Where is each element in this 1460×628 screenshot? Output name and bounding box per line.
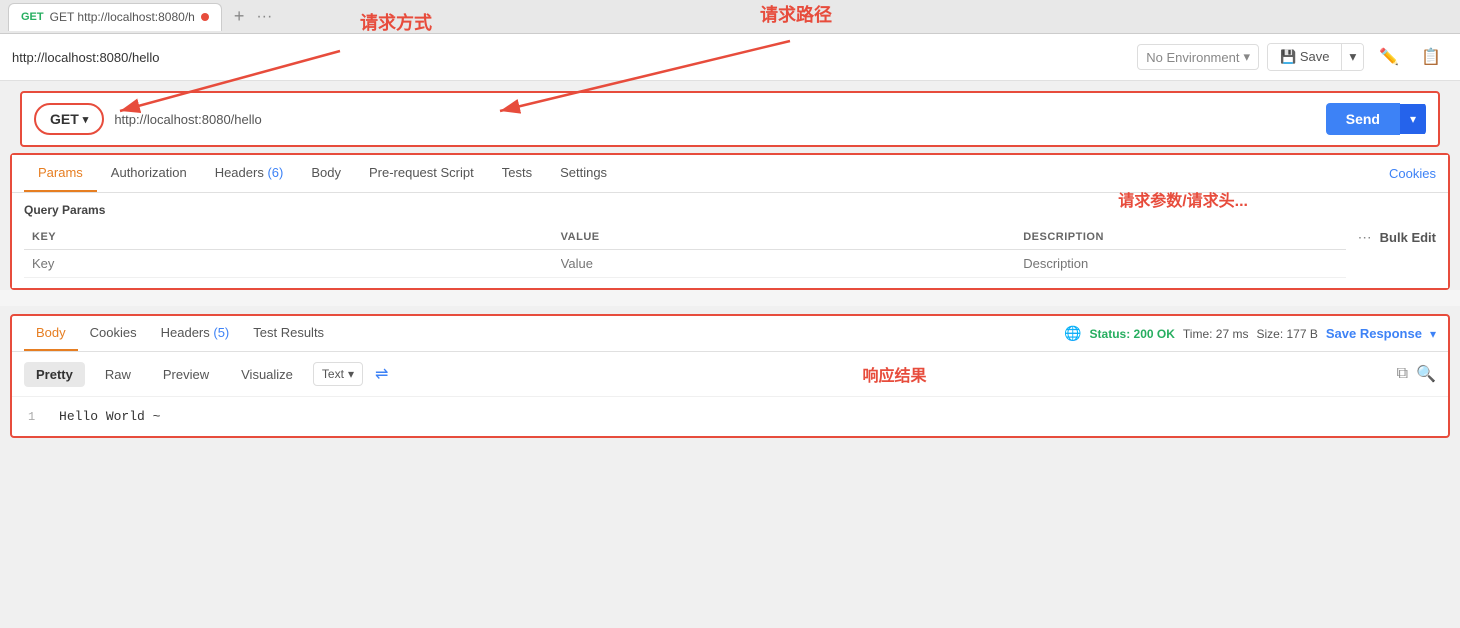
more-icon[interactable]: ⋯ [1358, 229, 1372, 246]
status-ok: Status: 200 OK [1090, 327, 1175, 341]
search-response-button[interactable]: 🔍 [1416, 364, 1436, 384]
value-input[interactable] [561, 256, 1008, 271]
format-raw-button[interactable]: Raw [93, 362, 143, 387]
edit-icon-button[interactable]: ✏️ [1372, 42, 1406, 72]
request-bar: GET ▾ Send ▾ [20, 91, 1440, 147]
resp-tab-body[interactable]: Body [24, 316, 78, 351]
query-params-section: Query Params KEY VALUE DESCRIPTION [12, 193, 1448, 288]
active-tab[interactable]: GET GET http://localhost:8080/h [8, 3, 222, 31]
request-params-section: Params Authorization Headers (6) Body Pr… [10, 153, 1450, 290]
format-type-chevron-icon: ▾ [348, 367, 354, 381]
url-display: http://localhost:8080/hello [12, 50, 1127, 65]
status-time: Time: 27 ms [1183, 327, 1249, 341]
params-table: KEY VALUE DESCRIPTION [24, 225, 1346, 278]
format-bar: Pretty Raw Preview Visualize Text ▾ ⇌ 响应… [12, 352, 1448, 397]
description-column-header: DESCRIPTION [1015, 225, 1345, 250]
save-disk-icon: 💾 [1280, 49, 1296, 64]
send-button[interactable]: Send [1326, 103, 1400, 135]
query-params-title: Query Params [24, 203, 1436, 217]
response-section: Body Cookies Headers (5) Test Results 🌐 … [10, 314, 1450, 438]
method-selector[interactable]: GET ▾ [34, 103, 104, 135]
tab-method-label: GET [21, 11, 44, 23]
description-input[interactable] [1023, 256, 1337, 271]
save-button-group: 💾 Save ▾ [1267, 43, 1364, 71]
tab-body[interactable]: Body [297, 155, 355, 192]
response-annotation: 响应结果 [400, 362, 1388, 386]
tab-dot [201, 13, 209, 21]
response-content: Hello World ~ [59, 409, 160, 424]
resp-tab-cookies[interactable]: Cookies [78, 316, 149, 351]
tab-tests[interactable]: Tests [488, 155, 546, 192]
send-button-group: Send ▾ [1326, 103, 1426, 135]
bulk-edit-button[interactable]: Bulk Edit [1380, 230, 1436, 245]
globe-icon: 🌐 [1064, 325, 1081, 342]
section-divider [0, 290, 1460, 306]
response-body: 1 Hello World ~ [12, 397, 1448, 436]
save-dropdown-button[interactable]: ▾ [1341, 44, 1363, 70]
format-pretty-button[interactable]: Pretty [24, 362, 85, 387]
tab-title: GET http://localhost:8080/h [50, 10, 195, 24]
response-tabs-bar: Body Cookies Headers (5) Test Results 🌐 … [12, 316, 1448, 352]
method-chevron-icon: ▾ [83, 113, 89, 126]
cookies-link[interactable]: Cookies [1389, 166, 1436, 181]
format-type-label: Text [322, 367, 344, 381]
status-size: Size: 177 B [1256, 327, 1317, 341]
send-dropdown-button[interactable]: ▾ [1400, 104, 1426, 134]
env-label: No Environment [1146, 50, 1239, 65]
tab-bar: GET GET http://localhost:8080/h + ··· [0, 0, 1460, 34]
key-input[interactable] [32, 256, 545, 271]
tab-headers[interactable]: Headers (6) [201, 155, 298, 192]
save-label: Save [1300, 49, 1330, 64]
tab-more-button[interactable]: ··· [256, 8, 272, 26]
resp-tab-headers[interactable]: Headers (5) [149, 316, 242, 351]
resp-tab-test-results[interactable]: Test Results [241, 316, 336, 351]
table-row [24, 250, 1346, 278]
tab-pre-request-script[interactable]: Pre-request Script [355, 155, 488, 192]
env-arrow-icon: ▾ [1243, 49, 1250, 65]
save-button[interactable]: 💾 Save [1268, 44, 1341, 70]
word-wrap-button[interactable]: ⇌ [371, 360, 392, 388]
save-response-arrow-icon: ▾ [1430, 327, 1436, 341]
key-column-header: KEY [24, 225, 553, 250]
value-column-header: VALUE [553, 225, 1016, 250]
share-icon-button[interactable]: 📋 [1414, 42, 1448, 72]
format-preview-button[interactable]: Preview [151, 362, 221, 387]
url-bar-area: http://localhost:8080/hello No Environme… [0, 34, 1460, 81]
response-action-icons: ⧉ 🔍 [1397, 364, 1436, 384]
new-tab-button[interactable]: + [228, 6, 251, 27]
line-number: 1 [28, 410, 35, 424]
format-type-selector[interactable]: Text ▾ [313, 362, 363, 386]
environment-selector[interactable]: No Environment ▾ [1137, 44, 1259, 70]
format-visualize-button[interactable]: Visualize [229, 362, 305, 387]
request-tabs-bar: Params Authorization Headers (6) Body Pr… [12, 155, 1448, 193]
tab-settings[interactable]: Settings [546, 155, 621, 192]
url-input[interactable] [114, 106, 1315, 133]
save-response-button[interactable]: Save Response [1326, 326, 1422, 341]
tab-authorization[interactable]: Authorization [97, 155, 201, 192]
tab-params[interactable]: Params [24, 155, 97, 192]
copy-response-button[interactable]: ⧉ [1397, 364, 1408, 384]
response-status-bar: 🌐 Status: 200 OK Time: 27 ms Size: 177 B… [1064, 325, 1436, 342]
method-label: GET [50, 111, 79, 127]
